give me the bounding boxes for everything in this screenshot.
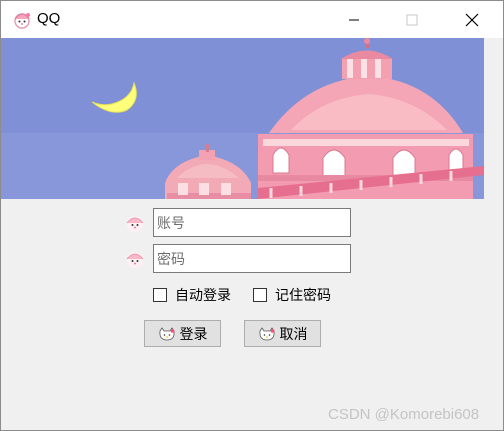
close-icon [465,13,479,26]
window-title: QQ [37,10,61,27]
auto-login-checkbox-row[interactable]: 自动登录 [153,285,231,305]
auto-login-checkbox[interactable] [153,288,167,302]
app-icon [14,13,30,29]
kitty-icon [158,326,175,340]
lock-avatar-icon [126,252,144,268]
remember-password-label: 记住密码 [275,288,331,304]
watermark-text: CSDN @Komorebi608 [328,406,480,423]
title-bar[interactable]: QQ [1,1,503,38]
maximize-button[interactable] [389,1,435,38]
remember-password-checkbox[interactable] [253,288,267,302]
account-input[interactable]: 账号 [153,208,351,237]
minimize-button[interactable] [331,1,377,38]
close-button[interactable] [449,1,495,38]
kitty-icon [258,326,275,340]
cancel-label: 取消 [279,326,308,343]
user-avatar-icon [126,216,144,232]
minimize-icon [349,19,359,20]
remember-password-checkbox-row[interactable]: 记住密码 [253,285,331,305]
login-window: QQ 账号 密码 自动登录 记住密码 登录 取消 CSDN @Komorebi6… [0,0,504,431]
maximize-icon [406,14,418,25]
cancel-button[interactable]: 取消 [244,320,321,347]
login-button[interactable]: 登录 [144,320,221,347]
auto-login-label: 自动登录 [175,288,231,304]
login-label: 登录 [179,326,208,343]
castle-banner-image [1,38,484,199]
password-input[interactable]: 密码 [153,244,351,273]
